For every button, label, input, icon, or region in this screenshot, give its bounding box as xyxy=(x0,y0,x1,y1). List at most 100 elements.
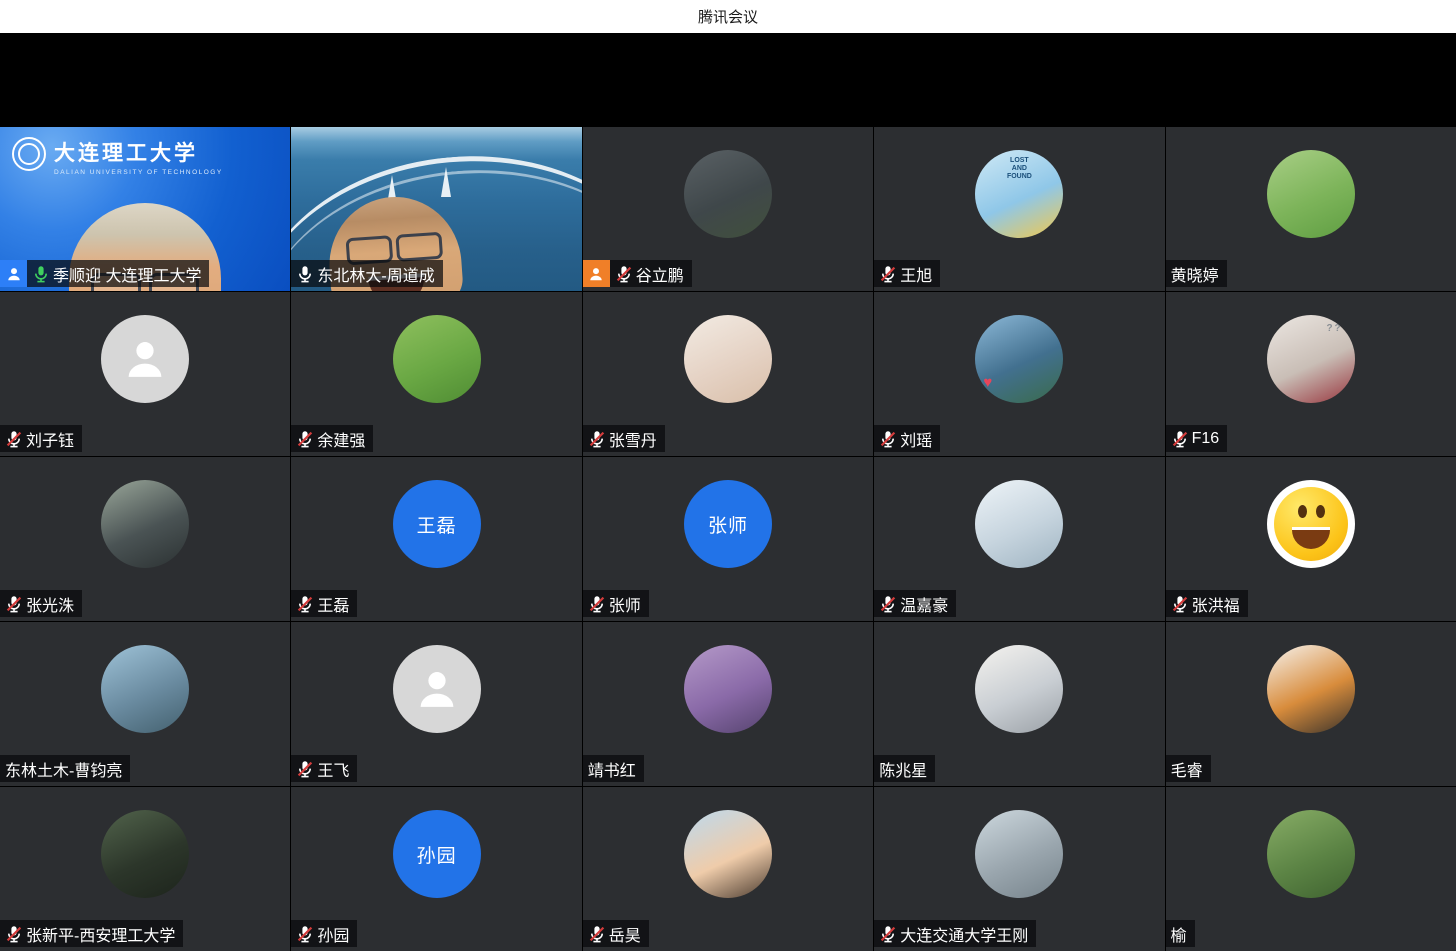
mic-muted-icon xyxy=(879,430,897,448)
participant-label: 张师 xyxy=(583,590,649,617)
photo-avatar xyxy=(684,315,772,403)
participant-label: 大连交通大学王刚 xyxy=(874,920,1036,947)
participant-name: 王旭 xyxy=(900,262,932,286)
participant-label: 岳昊 xyxy=(583,920,649,947)
participant-avatar xyxy=(101,810,189,898)
participant-label: 刘瑶 xyxy=(874,425,940,452)
university-emblem-icon xyxy=(12,137,46,171)
photo-avatar xyxy=(684,150,772,238)
photo-avatar xyxy=(975,480,1063,568)
name-strip: 张洪福 xyxy=(1166,590,1248,617)
participant-name: 张新平-西安理工大学 xyxy=(26,922,175,946)
name-strip: 黄晓婷 xyxy=(1166,260,1227,287)
mic-muted-icon xyxy=(588,595,606,613)
name-strip: 刘瑶 xyxy=(874,425,940,452)
avatar-overlay-text: ♥ xyxy=(983,374,992,391)
participant-tile[interactable]: 张新平-西安理工大学 xyxy=(0,787,290,951)
participant-tile[interactable]: 王磊 王磊 xyxy=(291,457,581,621)
photo-avatar xyxy=(1267,810,1355,898)
participant-name: 黄晓婷 xyxy=(1171,262,1219,286)
participant-label: 温嘉豪 xyxy=(874,590,956,617)
mic-muted-icon xyxy=(879,595,897,613)
participant-name: 张雪丹 xyxy=(609,427,657,451)
initials-avatar: 孙园 xyxy=(393,810,481,898)
logo-text-en: DALIAN UNIVERSITY OF TECHNOLOGY xyxy=(54,169,223,176)
participant-label: 张洪福 xyxy=(1166,590,1248,617)
participant-label: 王飞 xyxy=(291,755,357,782)
participant-label: 季顺迎 大连理工大学 xyxy=(0,260,209,287)
photo-avatar: ??? xyxy=(1267,315,1355,403)
participant-name: 岳昊 xyxy=(609,922,641,946)
participant-name: 东林土木-曹钧亮 xyxy=(5,757,122,781)
mic-muted-icon xyxy=(296,760,314,778)
photo-avatar xyxy=(101,810,189,898)
photo-avatar xyxy=(1267,150,1355,238)
participant-tile[interactable]: 毛睿 xyxy=(1166,622,1456,786)
photo-avatar xyxy=(975,645,1063,733)
name-strip: 靖书红 xyxy=(583,755,644,782)
participant-avatar xyxy=(684,645,772,733)
name-strip: 张师 xyxy=(583,590,649,617)
participant-tile[interactable]: 张洪福 xyxy=(1166,457,1456,621)
participant-name: 刘瑶 xyxy=(900,427,932,451)
photo-avatar xyxy=(684,810,772,898)
participant-tile[interactable]: 靖书红 xyxy=(583,622,873,786)
participant-label: 陈兆星 xyxy=(874,755,935,782)
top-black-stage xyxy=(0,33,1456,127)
name-strip: 王磊 xyxy=(291,590,357,617)
participant-tile[interactable]: 孙园 孙园 xyxy=(291,787,581,951)
participant-tile[interactable]: ??? F16 xyxy=(1166,292,1456,456)
participant-label: 榆 xyxy=(1166,920,1195,947)
participant-tile[interactable]: 谷立鹏 xyxy=(583,127,873,291)
participant-tile[interactable]: 张师 张师 xyxy=(583,457,873,621)
participant-label: 余建强 xyxy=(291,425,373,452)
participant-tile[interactable]: 刘子钰 xyxy=(0,292,290,456)
participant-tile[interactable]: 东林土木-曹钧亮 xyxy=(0,622,290,786)
mic-muted-icon xyxy=(879,925,897,943)
participant-tile[interactable]: 岳昊 xyxy=(583,787,873,951)
participant-tile[interactable]: 大连交通大学王刚 xyxy=(874,787,1164,951)
mic-muted-icon xyxy=(296,430,314,448)
participant-tile[interactable]: 张雪丹 xyxy=(583,292,873,456)
participant-name: 温嘉豪 xyxy=(900,592,948,616)
participant-name: 余建强 xyxy=(317,427,365,451)
participant-tile[interactable]: ♥ 刘瑶 xyxy=(874,292,1164,456)
mic-muted-icon xyxy=(5,430,23,448)
participant-tile[interactable]: 大连理工大学DALIAN UNIVERSITY OF TECHNOLOGY 季顺… xyxy=(0,127,290,291)
smiley-avatar xyxy=(1267,480,1355,568)
name-strip: 张新平-西安理工大学 xyxy=(0,920,183,947)
mic-muted-icon xyxy=(1171,595,1189,613)
photo-avatar xyxy=(1267,645,1355,733)
participant-avatar: 王磊 xyxy=(393,480,481,568)
participant-name: 刘子钰 xyxy=(26,427,74,451)
default-avatar-person-icon xyxy=(101,315,189,403)
photo-avatar xyxy=(101,480,189,568)
participant-avatar xyxy=(684,315,772,403)
mic-muted-icon xyxy=(879,265,897,283)
mic-muted-icon xyxy=(1171,430,1189,448)
participant-tile[interactable]: 东北林大-周道成 xyxy=(291,127,581,291)
mic-muted-icon xyxy=(5,595,23,613)
name-strip: 大连交通大学王刚 xyxy=(874,920,1036,947)
participant-tile[interactable]: 黄晓婷 xyxy=(1166,127,1456,291)
participant-avatar xyxy=(975,810,1063,898)
participant-tile[interactable]: 张光洙 xyxy=(0,457,290,621)
participant-tile[interactable]: 余建强 xyxy=(291,292,581,456)
participant-name: 王飞 xyxy=(317,757,349,781)
participant-label: 王磊 xyxy=(291,590,357,617)
name-strip: 张雪丹 xyxy=(583,425,665,452)
host-person-badge-icon xyxy=(0,260,27,287)
photo-avatar xyxy=(975,810,1063,898)
participant-tile[interactable]: LOST AND FOUND 王旭 xyxy=(874,127,1164,291)
mic-muted-icon xyxy=(296,925,314,943)
participant-tile[interactable]: 温嘉豪 xyxy=(874,457,1164,621)
participant-label: 张新平-西安理工大学 xyxy=(0,920,183,947)
participant-tile[interactable]: 陈兆星 xyxy=(874,622,1164,786)
participant-tile[interactable]: 榆 xyxy=(1166,787,1456,951)
name-strip: 毛睿 xyxy=(1166,755,1211,782)
participant-tile[interactable]: 王飞 xyxy=(291,622,581,786)
initials-avatar: 张师 xyxy=(684,480,772,568)
photo-avatar xyxy=(684,645,772,733)
participant-name: 陈兆星 xyxy=(879,757,927,781)
participant-avatar xyxy=(975,480,1063,568)
